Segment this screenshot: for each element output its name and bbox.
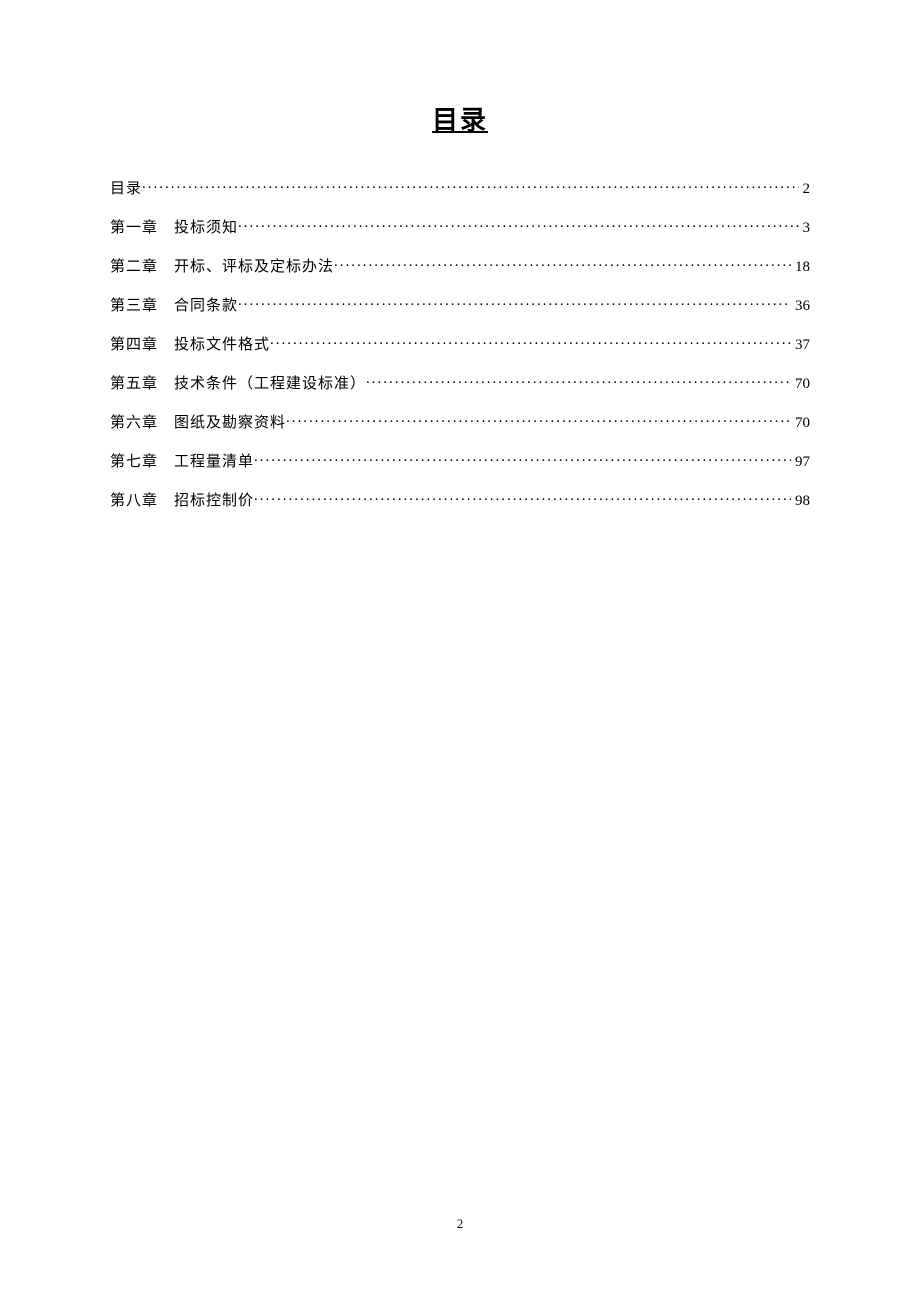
toc-entry[interactable]: 第七章 工程量清单 97 <box>110 450 810 471</box>
toc-entry-page: 70 <box>791 415 810 432</box>
toc-dots <box>366 373 791 388</box>
toc-entry-page: 37 <box>791 337 810 354</box>
toc-entry-label: 第二章 开标、评标及定标办法 <box>110 255 334 276</box>
toc-dots <box>334 256 791 271</box>
toc-entry-label: 第八章 招标控制价 <box>110 489 254 510</box>
toc-dots <box>286 412 791 427</box>
toc-dots <box>254 490 791 505</box>
toc-entry-label: 第七章 工程量清单 <box>110 450 254 471</box>
toc-entry-page: 98 <box>791 493 810 510</box>
toc-entry[interactable]: 第五章 技术条件（工程建设标准） 70 <box>110 372 810 393</box>
toc-entry[interactable]: 第二章 开标、评标及定标办法 18 <box>110 255 810 276</box>
toc-entry[interactable]: 第三章 合同条款 36 <box>110 294 810 315</box>
toc-entry-label: 第五章 技术条件（工程建设标准） <box>110 372 366 393</box>
toc-dots <box>238 217 798 232</box>
toc-entry[interactable]: 第一章 投标须知 3 <box>110 216 810 237</box>
toc-entry-page: 18 <box>791 259 810 276</box>
toc-entry-page: 97 <box>791 454 810 471</box>
toc-dots <box>238 295 791 310</box>
toc-entry[interactable]: 第八章 招标控制价 98 <box>110 489 810 510</box>
toc-entry-label: 第一章 投标须知 <box>110 216 238 237</box>
toc-entry-label: 第四章 投标文件格式 <box>110 333 270 354</box>
toc-entry-label: 目录 <box>110 177 142 198</box>
toc-entry[interactable]: 第四章 投标文件格式 37 <box>110 333 810 354</box>
toc-entry-label: 第六章 图纸及勘察资料 <box>110 411 286 432</box>
toc-entry-page: 70 <box>791 376 810 393</box>
toc-entry[interactable]: 目录 2 <box>110 177 810 198</box>
toc-dots <box>254 451 791 466</box>
page-number: 2 <box>0 1216 920 1232</box>
toc-entry[interactable]: 第六章 图纸及勘察资料 70 <box>110 411 810 432</box>
toc-entry-page: 3 <box>799 220 811 237</box>
toc-entry-label: 第三章 合同条款 <box>110 294 238 315</box>
page-title: 目录 <box>110 100 810 137</box>
toc-entry-page: 36 <box>791 298 810 315</box>
toc-dots <box>142 178 798 193</box>
toc-entry-page: 2 <box>799 181 811 198</box>
table-of-contents: 目录 2 第一章 投标须知 3 第二章 开标、评标及定标办法 18 第三章 合同… <box>110 177 810 510</box>
toc-dots <box>270 334 791 349</box>
